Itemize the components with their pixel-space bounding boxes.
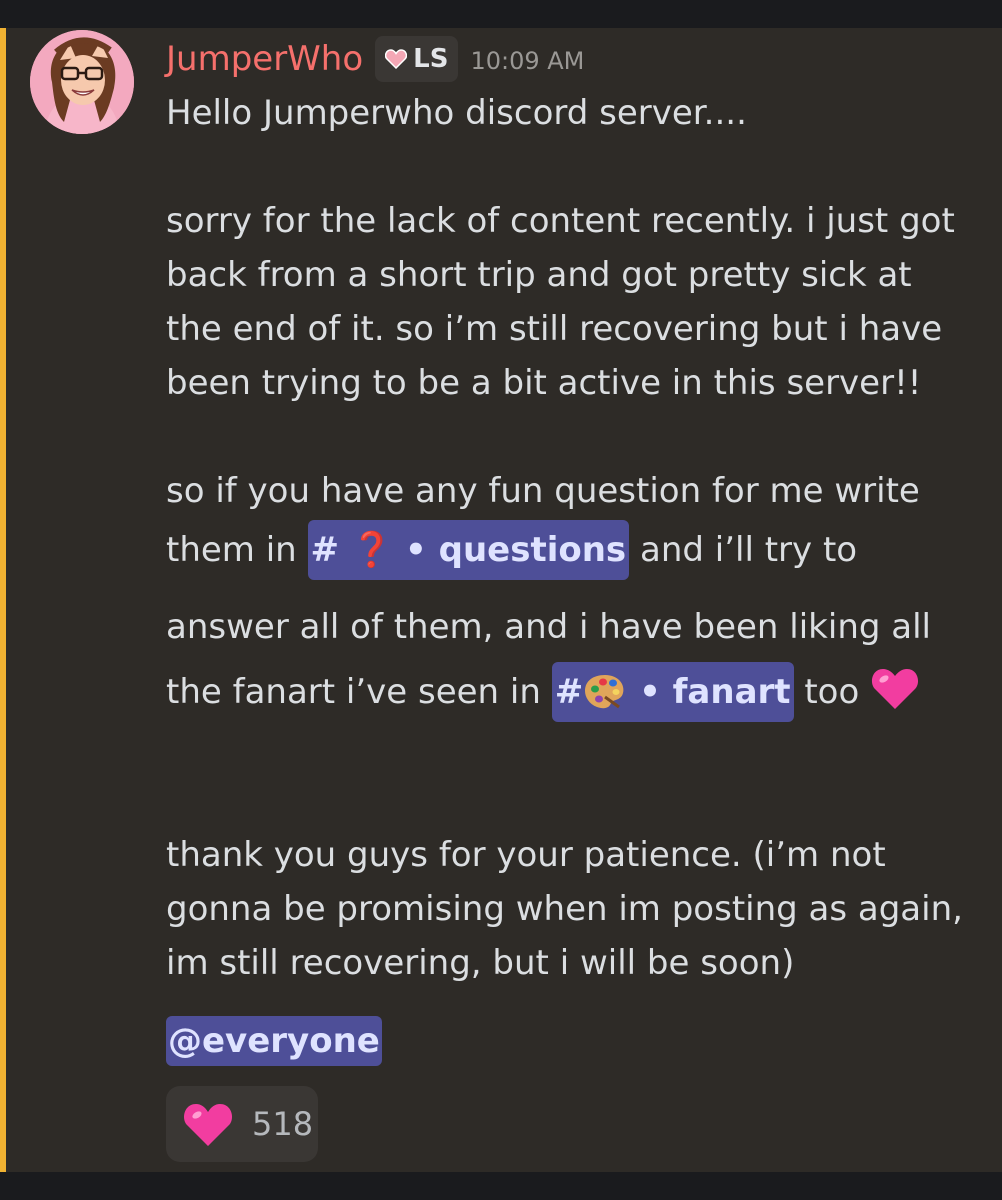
message-line-2: sorry for the lack of content recently. …: [166, 201, 955, 241]
server-tag-label: LS: [413, 44, 449, 74]
message-line-8: answer all of them, and i have been liki…: [166, 607, 931, 647]
line-9-end: too: [793, 672, 871, 712]
channel-separator: •: [627, 672, 673, 712]
message-line-4: the end of it. so i’m still recovering b…: [166, 309, 943, 349]
line-7-end: and i’ll try to: [629, 530, 858, 570]
avatar[interactable]: [30, 30, 134, 134]
timestamp: 10:09 AM: [470, 47, 585, 75]
server-tag[interactable]: LS: [375, 36, 459, 82]
username[interactable]: JumperWho: [166, 39, 363, 79]
question-mark-icon: ❓: [350, 530, 394, 570]
channel-hash: #: [310, 530, 340, 570]
channel-link-fanart[interactable]: # • fanart: [551, 662, 794, 722]
message-line-12: im still recovering, but i will be soon): [166, 943, 795, 983]
bottom-edge: [0, 1172, 1002, 1200]
heart-icon: [385, 49, 408, 69]
palette-icon: [585, 675, 624, 709]
channel-hash: #: [554, 672, 584, 712]
reaction-heart[interactable]: 518: [166, 1086, 318, 1162]
message-line-3: back from a short trip and got pretty si…: [166, 255, 912, 295]
pink-heart-icon: [872, 669, 919, 709]
line-9-start: the fanart i’ve seen in: [166, 672, 552, 712]
message-line-1: Hello Jumperwho discord server....: [166, 93, 747, 133]
reaction-count: 518: [252, 1105, 314, 1143]
message-line-7: them in # ❓ • questions and i’ll try to: [166, 520, 857, 580]
top-edge: [0, 0, 1002, 28]
message-header: JumperWho LS 10:09 AM: [166, 34, 584, 84]
pink-heart-icon: [184, 1104, 232, 1146]
channel-name: fanart: [672, 672, 791, 712]
chat-message[interactable]: JumperWho LS 10:09 AM Hello Jumperwho di…: [0, 28, 1002, 1172]
line-7-start: them in: [166, 530, 308, 570]
message-line-5: been trying to be a bit active in this s…: [166, 363, 922, 403]
channel-separator: •: [393, 530, 439, 570]
screenshot-frame: JumperWho LS 10:09 AM Hello Jumperwho di…: [0, 0, 1002, 1200]
channel-name: questions: [438, 530, 627, 570]
message-line-9: the fanart i’ve seen in # • fanart too: [166, 662, 920, 722]
message-line-6: so if you have any fun question for me w…: [166, 471, 920, 511]
everyone-mention[interactable]: @everyone: [166, 1016, 382, 1066]
channel-link-questions[interactable]: # ❓ • questions: [307, 520, 630, 580]
message-line-10: thank you guys for your patience. (i’m n…: [166, 835, 886, 875]
mention-highlight-bar: [0, 28, 6, 1172]
message-line-11: gonna be promising when im posting as ag…: [166, 889, 963, 929]
